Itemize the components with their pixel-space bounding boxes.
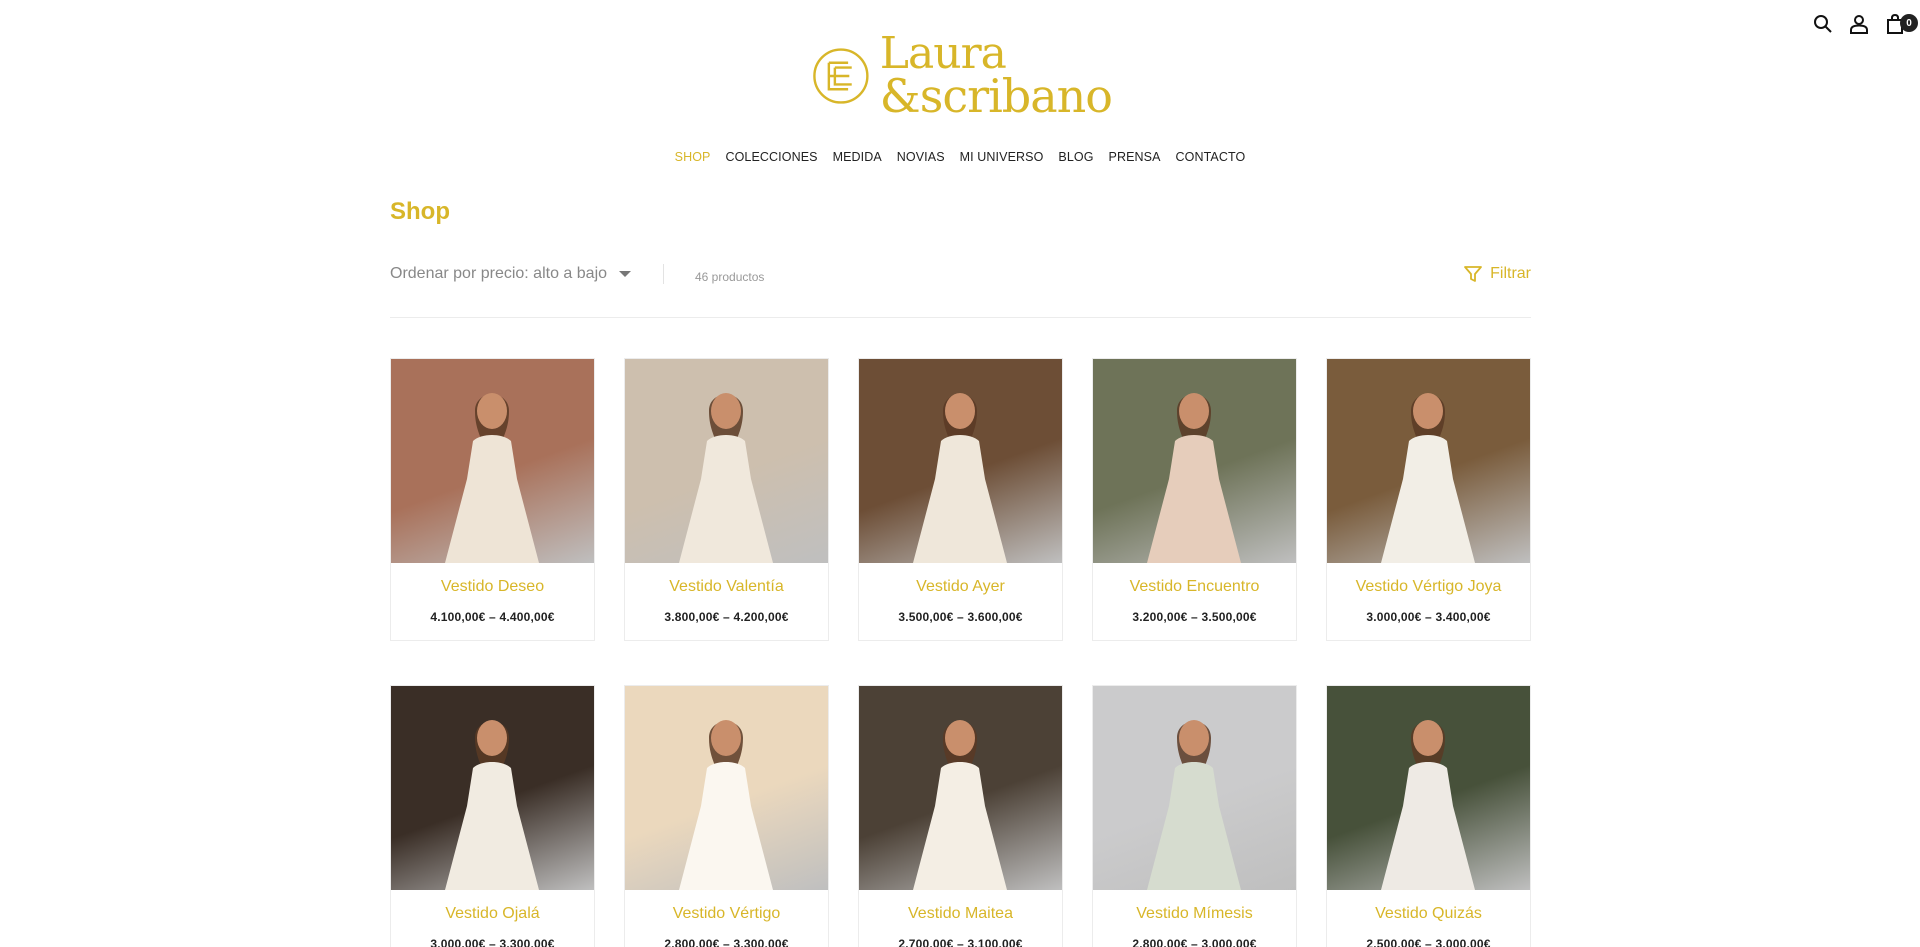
nav-item-colecciones[interactable]: COLECCIONES — [725, 150, 817, 164]
nav-item-shop[interactable]: SHOP — [675, 150, 711, 164]
product-name[interactable]: Vestido Deseo — [441, 578, 544, 596]
filter-button[interactable]: Filtrar — [1464, 265, 1531, 283]
product-price: 2.700,00€ – 3.100,00€ — [898, 937, 1023, 947]
toolbar-divider — [663, 264, 664, 284]
nav-item-novias[interactable]: NOVIAS — [897, 150, 945, 164]
product-image[interactable] — [1093, 359, 1296, 563]
product-image[interactable] — [625, 359, 828, 563]
product-name[interactable]: Vestido Quizás — [1375, 905, 1482, 923]
logo-monogram-icon — [813, 48, 869, 104]
product-card[interactable]: Vestido Vértigo Joya 3.000,00€ – 3.400,00… — [1326, 358, 1531, 641]
product-card[interactable]: Vestido Quizás 2.500,00€ – 3.000,00€ — [1326, 685, 1531, 947]
cart-count-badge: 0 — [1900, 14, 1918, 32]
dress-figure-icon — [1147, 720, 1241, 890]
product-count: 46 productos — [695, 270, 765, 284]
dress-figure-icon — [679, 393, 773, 563]
product-card[interactable]: Vestido Maitea 2.700,00€ – 3.100,00€ — [858, 685, 1063, 947]
product-price: 4.100,00€ – 4.400,00€ — [430, 610, 555, 624]
dress-figure-icon — [1381, 393, 1475, 563]
filter-label: Filtrar — [1490, 265, 1531, 282]
product-price: 3.200,00€ – 3.500,00€ — [1132, 610, 1257, 624]
product-name[interactable]: Vestido Ayer — [916, 578, 1005, 596]
dress-figure-icon — [913, 720, 1007, 890]
chevron-down-icon — [619, 271, 632, 277]
page-title: Shop — [390, 198, 450, 225]
brand-logo[interactable]: Laura &scribano — [812, 26, 1113, 126]
product-name[interactable]: Vestido Vértigo — [673, 905, 781, 923]
nav-item-blog[interactable]: BLOG — [1058, 150, 1093, 164]
dress-figure-icon — [1147, 393, 1241, 563]
nav-item-prensa[interactable]: PRENSA — [1109, 150, 1161, 164]
product-name[interactable]: Vestido Encuentro — [1130, 578, 1260, 596]
product-price: 3.000,00€ – 3.300,00€ — [430, 937, 555, 947]
product-price: 2.800,00€ – 3.300,00€ — [664, 937, 789, 947]
product-name[interactable]: Vestido Vértigo Joya — [1356, 578, 1502, 596]
dress-figure-icon — [913, 393, 1007, 563]
product-image[interactable] — [859, 686, 1062, 890]
product-image[interactable] — [1327, 359, 1530, 563]
product-name[interactable]: Vestido Mímesis — [1136, 905, 1252, 923]
header-actions: 0 — [1812, 12, 1918, 36]
dress-figure-icon — [679, 720, 773, 890]
product-price: 3.800,00€ – 4.200,00€ — [664, 610, 789, 624]
sort-dropdown[interactable]: Ordenar por precio: alto a bajo — [390, 265, 632, 283]
sort-label: Ordenar por precio: alto a bajo — [390, 265, 608, 282]
site-header: Laura &scribano 0 SHOP COLECCIONES MEDIDA N… — [0, 0, 1920, 180]
dress-figure-icon — [445, 393, 539, 563]
search-icon[interactable] — [1812, 12, 1834, 36]
product-image[interactable] — [391, 686, 594, 890]
product-price: 3.000,00€ – 3.400,00€ — [1366, 610, 1491, 624]
dress-figure-icon — [445, 720, 539, 890]
nav-item-medida[interactable]: MEDIDA — [833, 150, 882, 164]
product-grid: Vestido Deseo 4.100,00€ – 4.400,00€ Vestid… — [390, 358, 1531, 947]
main-nav: SHOP COLECCIONES MEDIDA NOVIAS MI UNIVERSO BL… — [0, 150, 1920, 164]
dress-figure-icon — [1381, 720, 1475, 890]
product-card[interactable]: Vestido Ojalá 3.000,00€ – 3.300,00€ — [390, 685, 595, 947]
product-card[interactable]: Vestido Vértigo 2.800,00€ – 3.300,00€ — [624, 685, 829, 947]
brand-wordmark: Laura &scribano — [879, 32, 1113, 124]
product-price: 2.500,00€ – 3.000,00€ — [1366, 937, 1491, 947]
product-card[interactable]: Vestido Valentía 3.800,00€ – 4.200,00€ — [624, 358, 829, 641]
nav-item-contacto[interactable]: CONTACTO — [1176, 150, 1246, 164]
product-card[interactable]: Vestido Mímesis 2.800,00€ – 3.000,00€ — [1092, 685, 1297, 947]
shop-toolbar: Ordenar por precio: alto a bajo 46 produ… — [390, 262, 1531, 318]
product-card[interactable]: Vestido Ayer 3.500,00€ – 3.600,00€ — [858, 358, 1063, 641]
product-card[interactable]: Vestido Encuentro 3.200,00€ – 3.500,00€ — [1092, 358, 1297, 641]
product-image[interactable] — [625, 686, 828, 890]
product-price: 3.500,00€ – 3.600,00€ — [898, 610, 1023, 624]
product-name[interactable]: Vestido Maitea — [908, 905, 1013, 923]
product-image[interactable] — [1327, 686, 1530, 890]
nav-item-mi-universo[interactable]: MI UNIVERSO — [960, 150, 1044, 164]
user-icon[interactable] — [1848, 12, 1870, 36]
filter-icon — [1464, 266, 1483, 282]
product-card[interactable]: Vestido Deseo 4.100,00€ – 4.400,00€ — [390, 358, 595, 641]
bag-icon[interactable]: 0 — [1884, 12, 1918, 36]
product-price: 2.800,00€ – 3.000,00€ — [1132, 937, 1257, 947]
product-name[interactable]: Vestido Valentía — [669, 578, 783, 596]
product-image[interactable] — [391, 359, 594, 563]
product-image[interactable] — [1093, 686, 1296, 890]
brand-line-2: &scribano — [879, 69, 1113, 124]
product-image[interactable] — [859, 359, 1062, 563]
product-name[interactable]: Vestido Ojalá — [445, 905, 539, 923]
